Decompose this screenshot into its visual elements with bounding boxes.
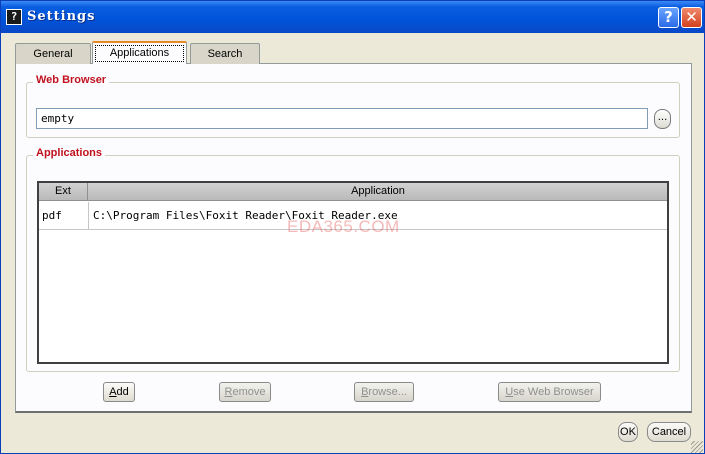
web-browser-input[interactable]: empty xyxy=(36,108,648,129)
use-web-browser-label-rest: se Web Browser xyxy=(513,386,594,398)
resize-grip-icon[interactable] xyxy=(691,441,703,453)
applications-group-label: Applications xyxy=(33,147,106,159)
window-title: Settings xyxy=(27,9,96,24)
tab-general[interactable]: General xyxy=(15,43,91,64)
add-mnemonic: A xyxy=(109,386,117,398)
help-icon[interactable]: ? xyxy=(658,7,679,28)
title-bar[interactable]: ? Settings ? ✕ xyxy=(1,1,704,33)
tab-applications-label: Applications xyxy=(94,45,185,62)
cell-ext: pdf xyxy=(39,202,89,230)
remove-label-rest: emove xyxy=(232,386,266,398)
app-icon: ? xyxy=(6,9,22,25)
browse-label-rest: rowse... xyxy=(368,386,407,398)
browse-web-browser-button[interactable]: ... xyxy=(654,109,671,129)
ok-button[interactable]: OK xyxy=(618,422,638,442)
column-header-ext[interactable]: Ext xyxy=(39,183,88,201)
add-label-rest: dd xyxy=(116,386,129,398)
tab-search[interactable]: Search xyxy=(190,43,260,64)
remove-button[interactable]: Remove xyxy=(219,382,271,402)
add-button[interactable]: Add xyxy=(103,382,135,402)
close-icon[interactable]: ✕ xyxy=(681,7,702,28)
cancel-button[interactable]: Cancel xyxy=(647,422,691,442)
table-header: Ext Application xyxy=(39,183,667,201)
column-header-application[interactable]: Application xyxy=(89,183,667,201)
use-web-browser-button[interactable]: Use Web Browser xyxy=(498,382,601,402)
settings-window: ? Settings ? ✕ General Applications Sear… xyxy=(0,0,705,454)
web-browser-group-label: Web Browser xyxy=(33,74,110,86)
watermark: EDA365.COM xyxy=(287,217,400,236)
browse-button[interactable]: Browse... xyxy=(354,382,414,402)
tab-applications[interactable]: Applications xyxy=(92,41,187,64)
applications-table[interactable]: Ext Application pdf C:\Program Files\Fox… xyxy=(37,181,669,364)
